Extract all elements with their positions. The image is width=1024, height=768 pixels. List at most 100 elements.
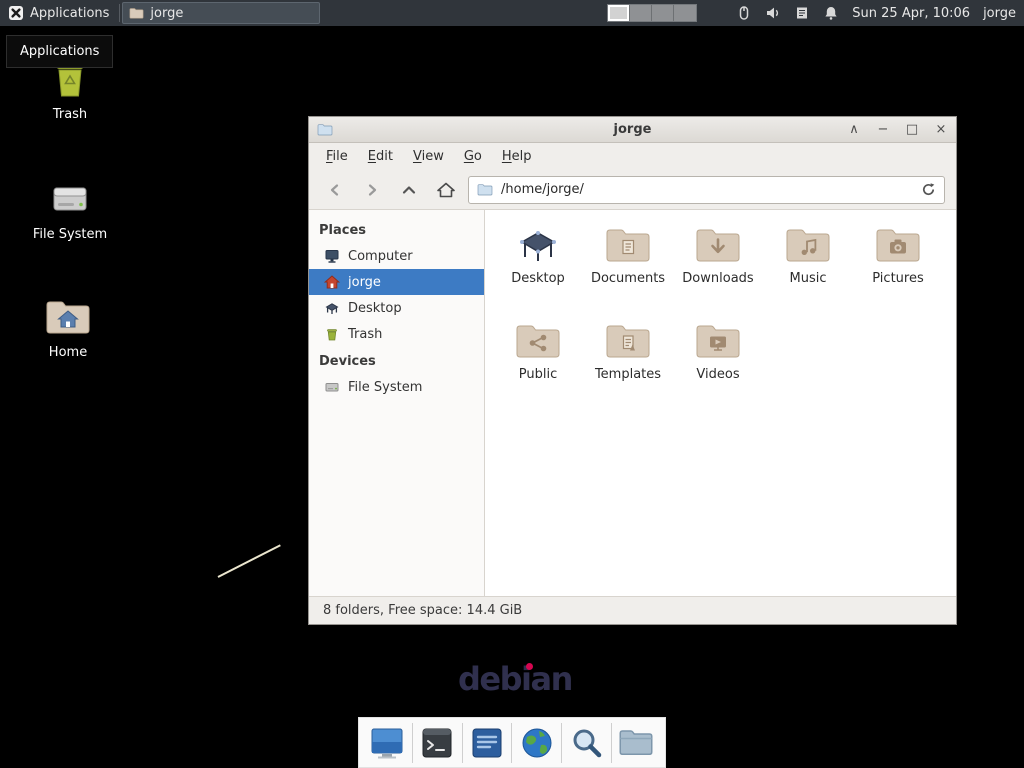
taskbar-window-label: jorge bbox=[150, 6, 183, 21]
top-panel: Applications jorge bbox=[0, 0, 1024, 26]
dock-separator bbox=[561, 723, 562, 763]
folder-music-icon bbox=[784, 226, 832, 266]
sidebar-item-desktop[interactable]: Desktop bbox=[309, 295, 484, 321]
editor-launcher-icon[interactable] bbox=[469, 725, 505, 761]
desktop-large-icon bbox=[514, 226, 562, 266]
debian-wordmark-text: debian bbox=[458, 660, 572, 698]
workspace-pager bbox=[607, 4, 697, 22]
shade-button[interactable]: ∧ bbox=[847, 118, 861, 142]
stray-line-artifact bbox=[218, 544, 281, 578]
menu-help[interactable]: Help bbox=[493, 146, 541, 167]
notification-bell-icon[interactable] bbox=[823, 5, 839, 21]
folder-downloads-icon bbox=[694, 226, 742, 266]
window-body: Places Computer jorge bbox=[309, 210, 956, 596]
sidebar-header-places: Places bbox=[309, 216, 484, 243]
session-menu[interactable]: jorge bbox=[983, 6, 1016, 21]
workspace-1[interactable] bbox=[608, 5, 630, 21]
file-item-label: Pictures bbox=[872, 271, 923, 286]
toolbar: /home/jorge/ bbox=[309, 170, 956, 210]
sidebar-item-filesystem[interactable]: File System bbox=[309, 374, 484, 400]
mouse-indicator-icon[interactable] bbox=[736, 5, 752, 21]
file-item-music[interactable]: Music bbox=[763, 226, 853, 322]
back-button[interactable] bbox=[320, 176, 350, 204]
menubar: File Edit View Go Help bbox=[309, 143, 956, 170]
file-item-pictures[interactable]: Pictures bbox=[853, 226, 943, 322]
file-item-documents[interactable]: Documents bbox=[583, 226, 673, 322]
sidebar-item-jorge[interactable]: jorge bbox=[309, 269, 484, 295]
menu-view[interactable]: View bbox=[404, 146, 453, 167]
folder-documents-icon bbox=[604, 226, 652, 266]
file-item-templates[interactable]: Templates bbox=[583, 322, 673, 418]
computer-icon bbox=[324, 248, 340, 264]
menu-file[interactable]: File bbox=[317, 146, 357, 167]
desktop-icon-label: Trash bbox=[50, 107, 90, 122]
terminal-launcher-icon[interactable] bbox=[419, 725, 455, 761]
folder-templates-icon bbox=[604, 322, 652, 362]
panel-separator bbox=[119, 4, 120, 22]
taskbar-folder-icon bbox=[129, 7, 144, 20]
path-text: /home/jorge/ bbox=[501, 182, 584, 197]
folder-public-icon bbox=[514, 322, 562, 362]
file-item-downloads[interactable]: Downloads bbox=[673, 226, 763, 322]
sidebar-item-trash[interactable]: Trash bbox=[309, 321, 484, 347]
desktop-icon-label: Home bbox=[46, 345, 90, 360]
desktop-icon-label: File System bbox=[30, 227, 110, 242]
minimize-button[interactable]: − bbox=[876, 118, 890, 142]
web-browser-launcher-icon[interactable] bbox=[519, 725, 555, 761]
debian-wordmark: debian bbox=[458, 660, 572, 698]
app-finder-launcher-icon[interactable] bbox=[569, 725, 605, 761]
panel-clock[interactable]: Sun 25 Apr, 10:06 bbox=[852, 6, 970, 21]
statusbar: 8 folders, Free space: 14.4 GiB bbox=[309, 596, 956, 624]
file-item-label: Templates bbox=[595, 367, 661, 382]
sidebar-item-label: File System bbox=[348, 380, 422, 395]
folder-videos-icon bbox=[694, 322, 742, 362]
volume-icon[interactable] bbox=[765, 5, 781, 21]
applications-icon bbox=[8, 5, 24, 21]
drive-icon bbox=[47, 176, 93, 222]
file-item-videos[interactable]: Videos bbox=[673, 322, 763, 418]
sidebar-item-label: Desktop bbox=[348, 301, 402, 316]
sidebar-header-devices: Devices bbox=[309, 347, 484, 374]
desktop-icon-filesystem[interactable]: File System bbox=[20, 176, 120, 242]
menu-edit[interactable]: Edit bbox=[359, 146, 402, 167]
maximize-button[interactable]: □ bbox=[905, 118, 919, 142]
up-button[interactable] bbox=[394, 176, 424, 204]
file-item-desktop[interactable]: Desktop bbox=[493, 226, 583, 322]
taskbar-window-button[interactable]: jorge bbox=[122, 2, 320, 24]
applications-menu-button[interactable]: Applications bbox=[0, 0, 117, 26]
dock-separator bbox=[412, 723, 413, 763]
sidebar: Places Computer jorge bbox=[309, 210, 485, 596]
file-manager-launcher-icon[interactable] bbox=[618, 725, 654, 761]
desktop-root: Applications jorge bbox=[0, 0, 1024, 768]
workspace-4[interactable] bbox=[674, 5, 696, 21]
home-button[interactable] bbox=[431, 176, 461, 204]
close-button[interactable]: × bbox=[934, 118, 948, 142]
reload-button[interactable] bbox=[921, 182, 936, 197]
sidebar-item-label: Trash bbox=[348, 327, 382, 342]
file-item-label: Documents bbox=[591, 271, 665, 286]
file-item-public[interactable]: Public bbox=[493, 322, 583, 418]
path-bar[interactable]: /home/jorge/ bbox=[468, 176, 945, 204]
trash-small-icon bbox=[324, 326, 340, 342]
sidebar-item-computer[interactable]: Computer bbox=[309, 243, 484, 269]
dock-separator bbox=[462, 723, 463, 763]
drive-small-icon bbox=[324, 379, 340, 395]
menu-go[interactable]: Go bbox=[455, 146, 491, 167]
desktop-icon-home[interactable]: Home bbox=[18, 296, 118, 360]
titlebar[interactable]: jorge ∧ − □ × bbox=[309, 117, 956, 143]
bottom-dock bbox=[358, 717, 666, 768]
applications-menu-label: Applications bbox=[30, 6, 109, 21]
status-text: 8 folders, Free space: 14.4 GiB bbox=[323, 603, 522, 618]
window-icon bbox=[317, 123, 333, 137]
notes-icon[interactable] bbox=[794, 5, 810, 21]
home-icon bbox=[324, 274, 340, 290]
workspace-2[interactable] bbox=[630, 5, 652, 21]
forward-button[interactable] bbox=[357, 176, 387, 204]
show-desktop-launcher-icon[interactable] bbox=[369, 725, 405, 761]
dock-separator bbox=[611, 723, 612, 763]
file-item-label: Desktop bbox=[511, 271, 565, 286]
file-item-label: Videos bbox=[696, 367, 739, 382]
desktop-icon bbox=[324, 300, 340, 316]
sidebar-item-label: jorge bbox=[348, 275, 381, 290]
workspace-3[interactable] bbox=[652, 5, 674, 21]
